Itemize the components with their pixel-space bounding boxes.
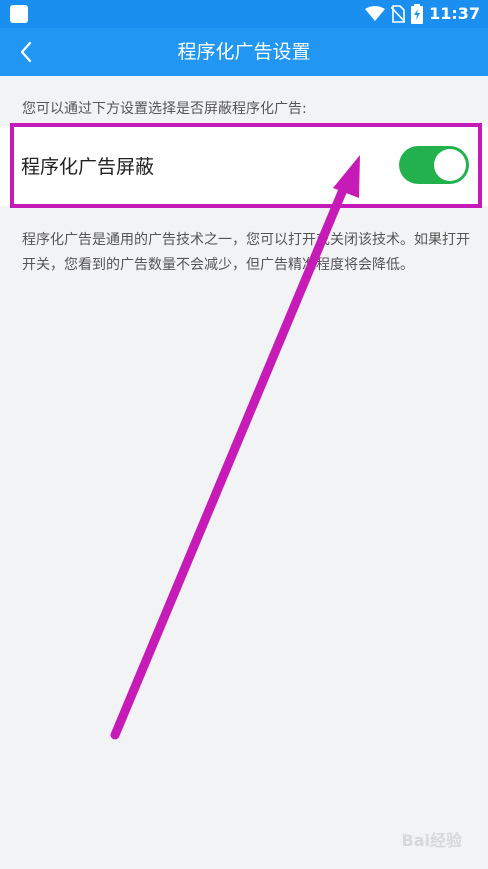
wifi-icon xyxy=(365,6,386,21)
no-sim-icon xyxy=(391,5,406,23)
page-title: 程序化广告设置 xyxy=(177,41,311,63)
setting-label: 程序化广告屏蔽 xyxy=(21,156,155,178)
watermark: Bai经验 xyxy=(401,831,462,850)
setting-description: 程序化广告是通用的广告技术之一，您可以打开或关闭该技术。如果打开开关，您看到的广… xyxy=(22,232,470,273)
status-bar: 11:37 xyxy=(0,0,488,28)
back-button[interactable] xyxy=(10,36,42,68)
toggle-knob xyxy=(434,149,466,181)
intro-text: 您可以通过下方设置选择是否屏蔽程序化广告: xyxy=(22,101,307,117)
chevron-left-icon xyxy=(20,41,32,63)
app-bar: 程序化广告设置 xyxy=(0,28,488,76)
status-icons: 11:37 xyxy=(365,3,480,25)
app-notification-icon xyxy=(10,5,28,23)
status-time: 11:37 xyxy=(429,4,480,23)
battery-charging-icon xyxy=(411,4,424,24)
ad-block-toggle[interactable] xyxy=(399,146,469,184)
